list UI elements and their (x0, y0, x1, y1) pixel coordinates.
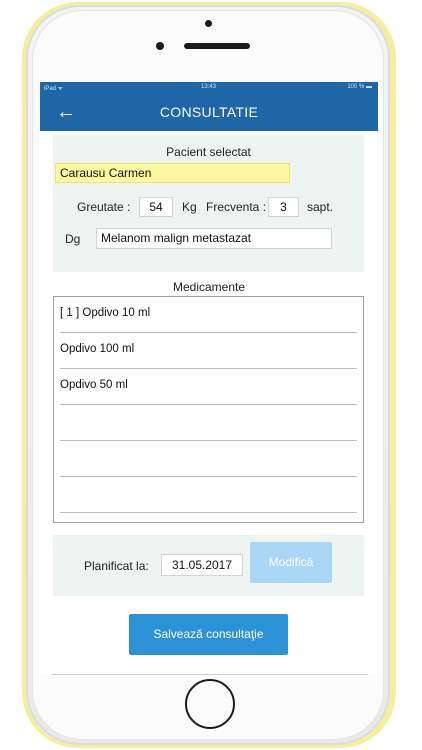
weight-input[interactable]: 54 (139, 197, 173, 217)
list-item[interactable] (60, 477, 357, 513)
diagnosis-input[interactable]: Melanom malign metastazat (96, 228, 332, 249)
status-time: 13:43 (201, 84, 217, 90)
frequency-label: Frecventa : (206, 200, 267, 214)
planning-panel: Planificat la: 31.05.2017 Modifică (53, 535, 364, 596)
frequency-unit: sapt. (307, 200, 334, 214)
planned-date-input[interactable]: 31.05.2017 (161, 554, 243, 576)
planned-date-label: Planificat la: (84, 559, 149, 573)
front-camera-icon (156, 42, 164, 50)
patient-panel: Pacient selectat Carausu Carmen Greutate… (53, 135, 364, 272)
weight-label: Greutate : (77, 200, 131, 214)
frequency-input[interactable]: 3 (268, 197, 299, 217)
speaker-grille (184, 43, 250, 49)
list-item[interactable]: Opdivo 50 ml (60, 369, 357, 405)
save-consultation-button[interactable]: Salvează consultaţie (129, 614, 288, 655)
list-item[interactable] (60, 441, 357, 477)
home-button[interactable] (185, 679, 235, 729)
proximity-sensor (205, 20, 212, 27)
list-item[interactable] (60, 405, 357, 441)
battery-status: 100 % ▬ (347, 84, 372, 90)
list-item[interactable]: [ 1 ] Opdivo 10 ml (60, 297, 357, 333)
diagnosis-label: Dg (65, 232, 81, 246)
patient-section-label: Pacient selectat (166, 145, 251, 159)
list-item[interactable]: Opdivo 100 ml (60, 333, 357, 369)
page-title: CONSULTATIE (159, 104, 259, 120)
screen-bottom-edge (52, 674, 368, 675)
status-bar: iPad ᯤ 13:43 100 % ▬ (40, 82, 378, 94)
navigation-bar: ← CONSULTATIE (40, 94, 378, 131)
medications-section-label: Medicamente (172, 280, 246, 294)
weight-unit: Kg (182, 200, 197, 214)
carrier-wifi: iPad ᯤ (44, 86, 64, 92)
patient-name-field[interactable]: Carausu Carmen (55, 163, 290, 183)
app-screen: iPad ᯤ 13:43 100 % ▬ ← CONSULTATIE Pacie… (40, 82, 378, 674)
medications-list[interactable]: [ 1 ] Opdivo 10 ml Opdivo 100 ml Opdivo … (53, 296, 364, 523)
update-button[interactable]: Modifică (250, 542, 332, 583)
